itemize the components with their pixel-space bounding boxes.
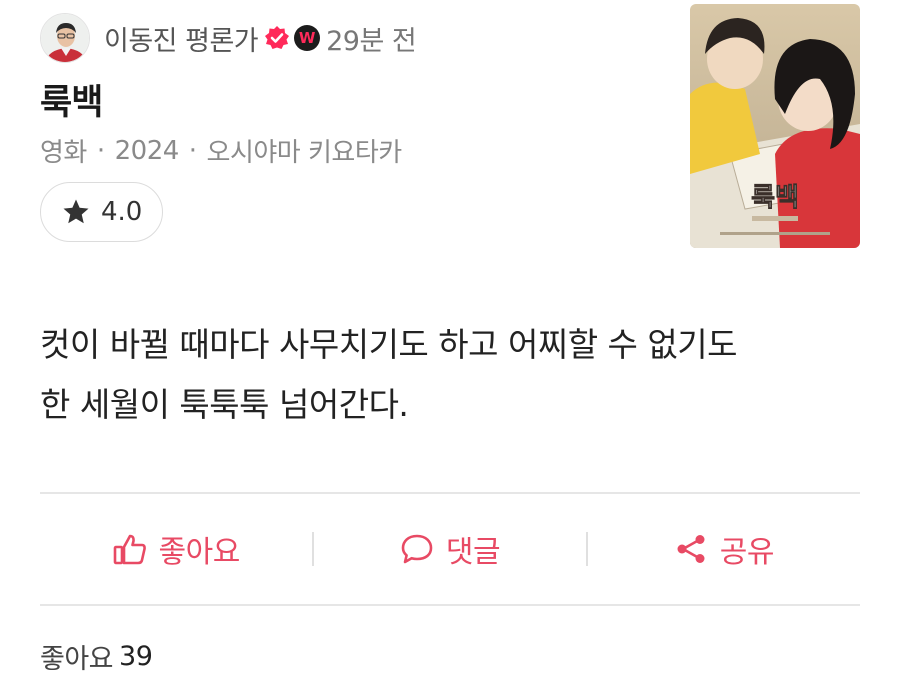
watcha-badge: W [294, 25, 321, 51]
meta-director: 오시야마 키요타카 [206, 138, 403, 168]
meta-category: 영화 [40, 138, 87, 168]
like-count[interactable]: 좋아요 39 [40, 637, 153, 676]
content-meta: 영화 · 2024 · 오시야마 키요타카 [40, 132, 402, 169]
content-title[interactable]: 룩백 [40, 74, 103, 125]
like-count-value: 39 [119, 641, 153, 672]
movie-poster[interactable]: 룩백 [690, 4, 860, 248]
like-count-label: 좋아요 [40, 644, 114, 675]
author-name[interactable]: 이동진 평론가 [104, 19, 259, 58]
speech-bubble-icon [401, 534, 433, 563]
person-avatar-icon [41, 14, 89, 62]
share-button[interactable]: 공유 [588, 527, 860, 571]
meta-separator: · [96, 135, 105, 166]
review-line: 한 세월이 툭툭툭 넘어간다. [40, 385, 409, 424]
thumbs-up-icon [113, 534, 146, 564]
meta-year: 2024 [114, 135, 180, 166]
time-ago: 29분 전 [326, 25, 417, 57]
review-header: 이동진 평론가 W 29분 전 [40, 10, 680, 66]
verified-badge-icon [265, 26, 290, 49]
author-avatar[interactable] [40, 13, 90, 63]
rating-value: 4.0 [101, 197, 143, 227]
like-button[interactable]: 좋아요 [40, 527, 312, 571]
poster-title: 룩백 [751, 183, 799, 213]
comment-label: 댓글 [445, 534, 501, 570]
comment-button[interactable]: 댓글 [314, 527, 586, 571]
rating-chip: 4.0 [40, 182, 164, 242]
action-bar: 좋아요 댓글 공유 [40, 493, 860, 604]
meta-separator: · [188, 135, 197, 166]
review-body: 컷이 바뀔 때마다 사무치기도 하고 어찌할 수 없기도 한 세월이 툭툭툭 넘… [40, 315, 860, 435]
review-line: 컷이 바뀔 때마다 사무치기도 하고 어찌할 수 없기도 [40, 325, 738, 364]
divider [40, 604, 860, 606]
share-icon [677, 534, 705, 563]
share-label: 공유 [719, 534, 775, 570]
poster-image: 룩백 [690, 4, 860, 248]
like-label: 좋아요 [158, 534, 241, 570]
star-icon [63, 199, 89, 224]
